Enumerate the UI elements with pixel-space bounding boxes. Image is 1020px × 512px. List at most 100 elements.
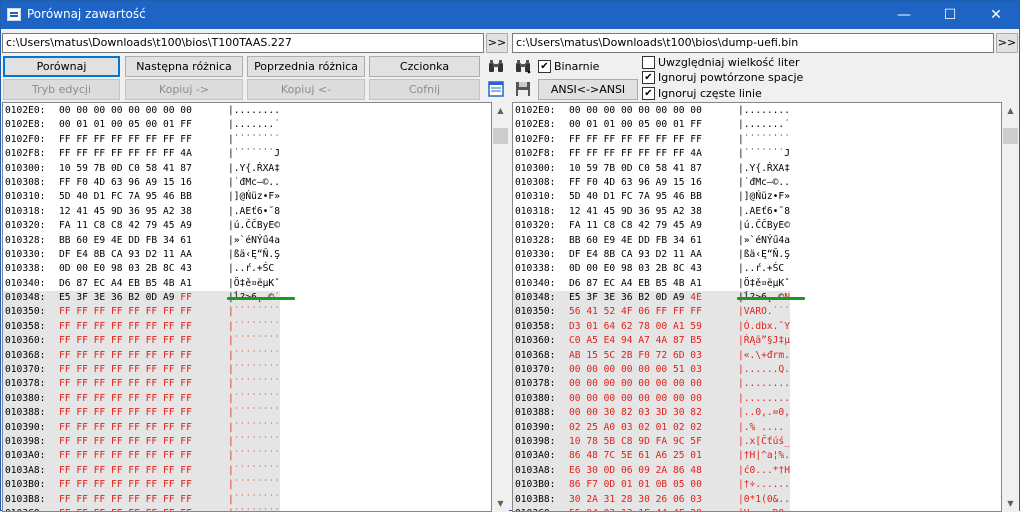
hex-row[interactable]: 0102E0: 00 00 00 00 00 00 00 00 |........ bbox=[513, 104, 790, 118]
previous-difference-button[interactable]: Poprzednia różnica bbox=[247, 56, 365, 77]
hex-row[interactable]: 010388: FF FF FF FF FF FF FF FF |˙˙˙˙˙˙˙˙ bbox=[3, 406, 280, 421]
hex-row[interactable]: 0103B0: FF FF FF FF FF FF FF FF |˙˙˙˙˙˙˙˙ bbox=[3, 478, 280, 493]
minimize-button[interactable]: — bbox=[881, 1, 927, 29]
maximize-button[interactable]: ☐ bbox=[927, 1, 973, 29]
hex-row[interactable]: 0103A8: FF FF FF FF FF FF FF FF |˙˙˙˙˙˙˙˙ bbox=[3, 463, 280, 479]
hex-row[interactable]: 010358: FF FF FF FF FF FF FF FF |˙˙˙˙˙˙˙˙ bbox=[3, 319, 280, 335]
hex-row[interactable]: 0103B8: 30 2A 31 28 30 26 06 03 |0*1(0&.. bbox=[513, 492, 790, 507]
close-button[interactable]: ✕ bbox=[973, 1, 1019, 29]
binoculars-icon[interactable] bbox=[487, 57, 505, 75]
hex-row[interactable]: 010318: 12 41 45 9D 36 95 A2 38 |.AEť6•˘8 bbox=[3, 205, 280, 219]
hex-row[interactable]: 0102F8: FF FF FF FF FF FF FF 4A |˙˙˙˙˙˙˙J bbox=[3, 147, 280, 161]
hex-row[interactable]: 010378: 00 00 00 00 00 00 00 00 |........ bbox=[513, 377, 790, 392]
hex-row[interactable]: 010340: D6 87 EC A4 EB B5 4B A1 |Ö‡ě¤ëµKˇ bbox=[3, 277, 280, 291]
hex-row[interactable]: 010340: D6 87 EC A4 EB B5 4B A1 |Ö‡ě¤ëµKˇ bbox=[513, 277, 790, 291]
hex-row[interactable]: 010390: FF FF FF FF FF FF FF FF |˙˙˙˙˙˙˙˙ bbox=[3, 420, 280, 435]
hex-row[interactable]: 0103A8: E6 30 0D 06 09 2A 86 48 |ć0...*†H bbox=[513, 463, 790, 479]
copy-left-button[interactable]: Kopiuj <- bbox=[247, 79, 365, 100]
compare-button[interactable]: Porównaj bbox=[3, 56, 120, 77]
hex-row[interactable]: 010370: 00 00 00 00 00 00 51 03 |......Q. bbox=[513, 363, 790, 378]
edit-mode-button[interactable]: Tryb edycji bbox=[3, 79, 120, 100]
hex-row[interactable]: 0102E8: 00 01 01 00 05 00 01 FF |.......˙ bbox=[3, 118, 280, 132]
hex-row[interactable]: 010308: FF F0 4D 63 96 A9 15 16 |˙đMc–©.. bbox=[3, 176, 280, 190]
spaces-checkbox[interactable]: ✔ Ignoruj powtórzone spacje bbox=[642, 71, 803, 84]
row-hex-bytes: 12 41 45 9D 36 95 A2 38 bbox=[569, 205, 702, 217]
lines-checkbox[interactable]: ✔ Ignoruj częste linie bbox=[642, 87, 762, 100]
left-scroll-thumb[interactable] bbox=[493, 128, 508, 144]
hex-row[interactable]: 0102F0: FF FF FF FF FF FF FF FF |˙˙˙˙˙˙˙˙ bbox=[513, 133, 790, 147]
binary-checkbox[interactable]: ✔ Binarnie bbox=[538, 60, 599, 73]
row-ascii: |.AEť6•˘8 bbox=[228, 205, 280, 217]
right-hex-pane[interactable]: 0102E0: 00 00 00 00 00 00 00 00 |........ 0… bbox=[512, 102, 1002, 512]
row-hex-bytes: FF FF FF FF FF FF FF FF bbox=[59, 306, 192, 318]
hex-row[interactable]: 010328: BB 60 E9 4E DD FB 34 61 |»`éNÝű4a bbox=[513, 234, 790, 248]
left-scroll-down-icon[interactable]: ▼ bbox=[492, 495, 509, 512]
row-hex-bytes: 30 2A 31 28 30 26 06 03 bbox=[569, 493, 702, 505]
hex-row[interactable]: 010320: FA 11 C8 C8 42 79 45 A9 |ú.ČČByE© bbox=[3, 219, 280, 233]
hex-row[interactable]: 010360: FF FF FF FF FF FF FF FF |˙˙˙˙˙˙˙˙ bbox=[3, 334, 280, 349]
hex-row[interactable]: 010310: 5D 40 D1 FC 7A 95 46 BB |]@Ńüz•F» bbox=[3, 190, 280, 204]
window-view-icon[interactable] bbox=[487, 80, 505, 98]
row-address: 010360: bbox=[515, 335, 556, 347]
hex-row[interactable]: 0103B0: 86 F7 0D 01 01 0B 05 00 |†÷...... bbox=[513, 478, 790, 493]
left-scrollbar[interactable]: ▲ ▼ bbox=[492, 102, 509, 512]
row-address: 010390: bbox=[5, 421, 46, 433]
hex-row[interactable]: 0102E8: 00 01 01 00 05 00 01 FF |.......˙ bbox=[513, 118, 790, 132]
row-ascii: |U....DO bbox=[738, 507, 790, 511]
hex-row[interactable]: 0103A0: FF FF FF FF FF FF FF FF |˙˙˙˙˙˙˙˙ bbox=[3, 449, 280, 464]
hex-row[interactable]: 010388: 00 00 30 82 03 3D 30 82 |..0‚.=0‚ bbox=[513, 406, 790, 421]
copy-right-button[interactable]: Kopiuj -> bbox=[125, 79, 243, 100]
left-browse-button[interactable]: >> bbox=[486, 33, 508, 53]
hex-row[interactable]: 010308: FF F0 4D 63 96 A9 15 16 |˙đMc–©.. bbox=[513, 176, 790, 190]
hex-row[interactable]: 010360: C0 A5 E4 94 A7 4A 87 B5 |ŔĄä”§J‡µ bbox=[513, 334, 790, 349]
hex-row[interactable]: 010330: DF E4 8B CA 93 D2 11 AA |ßä‹Ę“Ň.Ş bbox=[513, 248, 790, 262]
hex-row[interactable]: 010338: 0D 00 E0 98 03 2B 8C 43 |..ŕ.+ŚC bbox=[3, 262, 280, 276]
hex-row[interactable]: 0103C0:FF FF FF FF FF FF FF FF|˙˙˙˙˙˙˙˙ bbox=[3, 506, 280, 511]
hex-row[interactable]: 010378: FF FF FF FF FF FF FF FF |˙˙˙˙˙˙˙˙ bbox=[3, 377, 280, 392]
font-button[interactable]: Czcionka bbox=[369, 56, 480, 77]
hex-row[interactable]: 010398: 10 78 5B C8 9D FA 9C 5F |.x[Čťúś_ bbox=[513, 434, 790, 450]
left-hex-pane[interactable]: 0102E0: 00 00 00 00 00 00 00 00 |........ 0… bbox=[2, 102, 492, 512]
next-difference-button[interactable]: Następna różnica bbox=[125, 56, 243, 77]
hex-row[interactable]: 010368: FF FF FF FF FF FF FF FF |˙˙˙˙˙˙˙˙ bbox=[3, 348, 280, 364]
hex-row[interactable]: 010330: DF E4 8B CA 93 D2 11 AA |ßä‹Ę“Ň.Ş bbox=[3, 248, 280, 262]
right-scroll-up-icon[interactable]: ▲ bbox=[1002, 102, 1019, 119]
hex-row[interactable]: 0102F8: FF FF FF FF FF FF FF 4A |˙˙˙˙˙˙˙J bbox=[513, 147, 790, 161]
hex-row[interactable]: 010300: 10 59 7B 0D C0 58 41 87 |.Y{.ŔXA‡ bbox=[3, 162, 280, 176]
floppy-disk-icon[interactable] bbox=[514, 80, 532, 98]
hex-row[interactable]: 010350: 56 41 52 4F 06 FF FF FF |VARO.˙˙˙ bbox=[513, 305, 790, 320]
left-path-field[interactable]: c:\Users\matus\Downloads\t100\bios\T100T… bbox=[2, 33, 484, 53]
hex-row[interactable]: 010328: BB 60 E9 4E DD FB 34 61 |»`éNÝű4a bbox=[3, 234, 280, 248]
right-browse-button[interactable]: >> bbox=[996, 33, 1018, 53]
row-ascii: |˙˙˙˙˙˙˙˙ bbox=[228, 392, 280, 404]
hex-row[interactable]: 010358: D3 01 64 62 78 00 A1 59 |Ó.dbx.ˇY bbox=[513, 319, 790, 335]
hex-row[interactable]: 010370: FF FF FF FF FF FF FF FF |˙˙˙˙˙˙˙˙ bbox=[3, 363, 280, 378]
right-path-field[interactable]: c:\Users\matus\Downloads\t100\bios\dump-… bbox=[512, 33, 994, 53]
right-scrollbar[interactable]: ▲ ▼ bbox=[1002, 102, 1019, 512]
hex-row[interactable]: 010390: 02 25 A0 03 02 01 02 02 |.% .... bbox=[513, 420, 790, 435]
binoculars-next-icon[interactable] bbox=[514, 57, 532, 75]
hex-row[interactable]: 010310: 5D 40 D1 FC 7A 95 46 BB |]@Ńüz•F» bbox=[513, 190, 790, 204]
row-address: 0103C0: bbox=[3, 507, 59, 511]
row-ascii: |˙˙˙˙˙˙˙˙ bbox=[228, 450, 280, 462]
right-scroll-thumb[interactable] bbox=[1003, 128, 1018, 144]
hex-row[interactable]: 010368: AB 15 5C 2B F0 72 6D 03 |«.\+đrm. bbox=[513, 348, 790, 364]
hex-row[interactable]: 010318: 12 41 45 9D 36 95 A2 38 |.AEť6•˘8 bbox=[513, 205, 790, 219]
hex-row[interactable]: 0103A0: 86 48 7C 5E 61 A6 25 01 |†H|^a¦%. bbox=[513, 449, 790, 464]
hex-row[interactable]: 010300: 10 59 7B 0D C0 58 41 87 |.Y{.ŔXA‡ bbox=[513, 162, 790, 176]
left-scroll-up-icon[interactable]: ▲ bbox=[492, 102, 509, 119]
hex-row[interactable]: 010380: FF FF FF FF FF FF FF FF |˙˙˙˙˙˙˙˙ bbox=[3, 391, 280, 407]
hex-row[interactable]: 010380: 00 00 00 00 00 00 00 00 |........ bbox=[513, 391, 790, 407]
hex-row[interactable]: 010320: FA 11 C8 C8 42 79 45 A9 |ú.ČČByE© bbox=[513, 219, 790, 233]
case-checkbox[interactable]: Uwzględniaj wielkość liter bbox=[642, 56, 800, 69]
hex-row[interactable]: 010338: 0D 00 E0 98 03 2B 8C 43 |..ŕ.+ŚC bbox=[513, 262, 790, 276]
undo-button[interactable]: Cofnij bbox=[369, 79, 480, 100]
hex-row[interactable]: 010350: FF FF FF FF FF FF FF FF |˙˙˙˙˙˙˙˙ bbox=[3, 305, 280, 320]
hex-row[interactable]: 0103C0:55 04 03 13 1F 44 4F 20|U....DO bbox=[513, 506, 790, 511]
hex-row[interactable]: 0103B8: FF FF FF FF FF FF FF FF |˙˙˙˙˙˙˙˙ bbox=[3, 492, 280, 507]
hex-row[interactable]: 0102F0: FF FF FF FF FF FF FF FF |˙˙˙˙˙˙˙˙ bbox=[3, 133, 280, 147]
ansi-button[interactable]: ANSI<->ANSI bbox=[538, 79, 638, 100]
hex-row[interactable]: 0102E0: 00 00 00 00 00 00 00 00 |........ bbox=[3, 104, 280, 118]
hex-row[interactable]: 010398: FF FF FF FF FF FF FF FF |˙˙˙˙˙˙˙˙ bbox=[3, 434, 280, 450]
right-scroll-down-icon[interactable]: ▼ bbox=[1002, 495, 1019, 512]
